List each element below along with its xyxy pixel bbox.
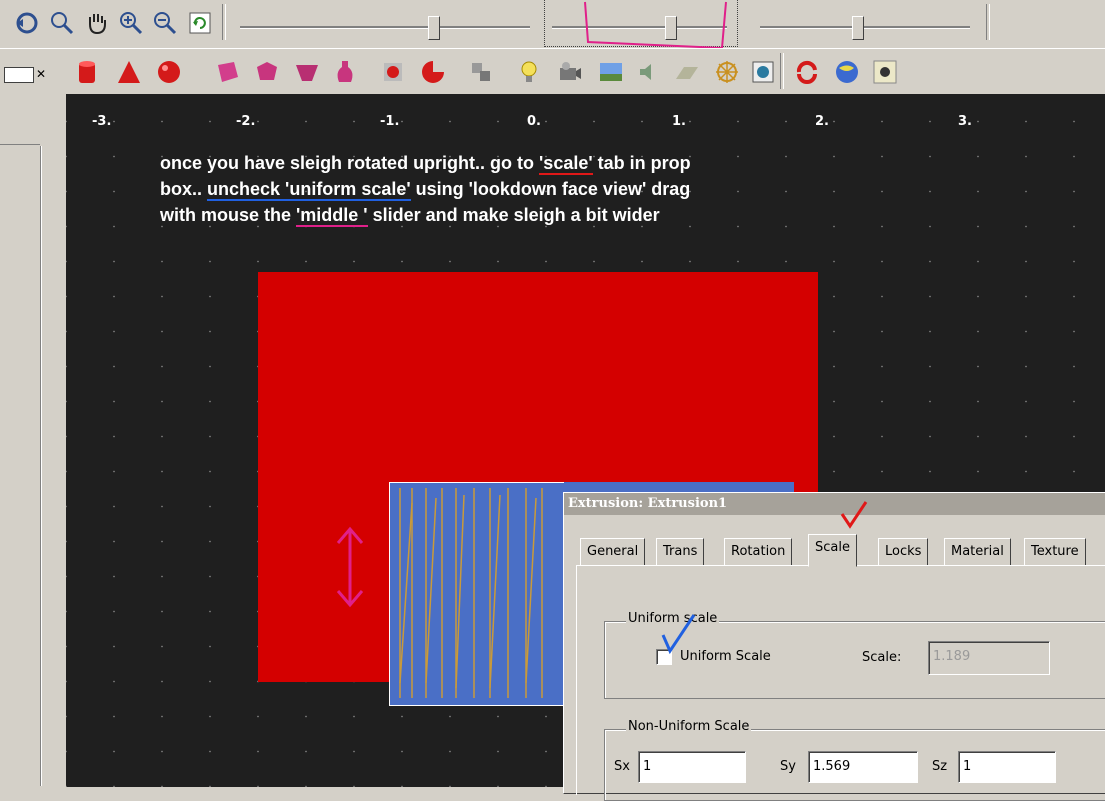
bug-icon[interactable] [870, 57, 900, 87]
shapes-toolbar: ✕ [0, 48, 1105, 95]
scale-label: Scale: [862, 650, 902, 665]
pan-hand-icon[interactable] [82, 8, 112, 38]
polyhedron-icon[interactable] [212, 57, 242, 87]
tab-scale[interactable]: Scale [808, 534, 857, 567]
orbit-icon[interactable] [12, 8, 42, 38]
ground-plane-icon[interactable] [672, 57, 702, 87]
axis-tick: 1. [672, 114, 686, 129]
camera-icon[interactable] [555, 57, 585, 87]
sphere-icon[interactable] [154, 57, 184, 87]
rotate-view-icon[interactable] [185, 8, 215, 38]
window-restore-icon[interactable] [4, 67, 34, 83]
tab-rotation[interactable]: Rotation [724, 538, 793, 566]
zoom-in-icon[interactable] [116, 8, 146, 38]
navigation-wheel-icon[interactable] [712, 57, 742, 87]
cylinder-icon[interactable] [72, 57, 102, 87]
cone-icon[interactable] [114, 57, 144, 87]
gear-cube-icon[interactable] [378, 57, 408, 87]
instruction-text: once you have sleigh rotated upright.. g… [160, 153, 691, 227]
light-bulb-icon[interactable] [514, 57, 544, 87]
tab-texture[interactable]: Texture [1024, 538, 1086, 566]
scale-field[interactable]: 1.189 [928, 641, 1050, 675]
viewpoint-icon[interactable] [748, 57, 778, 87]
sz-label: Sz [932, 759, 948, 774]
tab-trans[interactable]: Trans [656, 538, 705, 566]
axis-tick: 0. [527, 114, 541, 129]
sleigh-object-edge [564, 482, 794, 492]
axis-tick: 3. [958, 114, 972, 129]
close-icon[interactable]: ✕ [36, 67, 46, 81]
double-arrow-annotation [336, 526, 364, 608]
vase-icon[interactable] [330, 57, 360, 87]
sy-label: Sy [780, 759, 796, 774]
sphere-cut-icon[interactable] [418, 57, 448, 87]
axis-tick: 2. [815, 114, 829, 129]
background-icon[interactable] [596, 57, 626, 87]
tab-material[interactable]: Material [944, 538, 1011, 566]
sz-field[interactable]: 1 [958, 751, 1056, 783]
tab-locks[interactable]: Locks [878, 538, 929, 566]
nonuniform-scale-group-label: Non-Uniform Scale [626, 719, 752, 734]
red-check-annotation [840, 501, 868, 529]
sx-label: Sx [614, 759, 630, 774]
globe-icon[interactable] [832, 57, 862, 87]
properties-dialog: Extrusion: Extrusion1 General Trans Rota… [563, 492, 1105, 801]
sy-field[interactable]: 1.569 [808, 751, 918, 783]
sound-icon[interactable] [634, 57, 664, 87]
zoom-region-icon[interactable] [47, 8, 77, 38]
faceted-icon[interactable] [292, 57, 322, 87]
axis-tick: -1. [380, 114, 400, 129]
view-toolbar [0, 0, 1105, 50]
tab-general[interactable]: General [580, 538, 646, 566]
axis-tick: -2. [236, 114, 256, 129]
sleigh-object[interactable] [389, 482, 566, 706]
gem-icon[interactable] [252, 57, 282, 87]
blue-check-annotation [661, 614, 696, 655]
left-panel [0, 94, 66, 787]
rotate-arrows-icon[interactable] [792, 57, 822, 87]
axis-tick: -3. [92, 114, 112, 129]
sx-field[interactable]: 1 [638, 751, 746, 783]
zoom-out-icon[interactable] [150, 8, 180, 38]
dialog-title: Extrusion: Extrusion1 [564, 493, 1105, 515]
cube-group-icon[interactable] [466, 57, 496, 87]
